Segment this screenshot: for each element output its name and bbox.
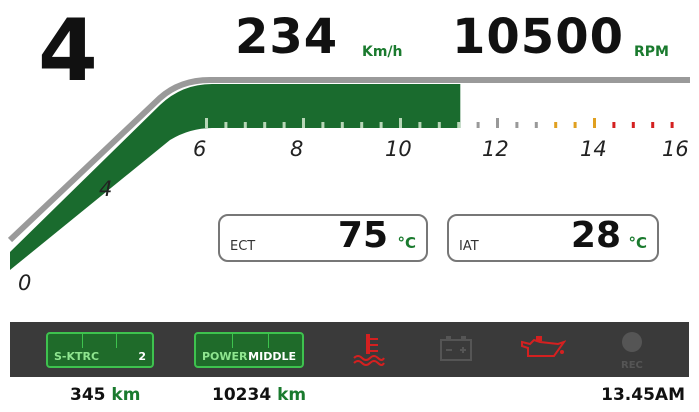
tach-tick: [379, 122, 383, 128]
tach-tick: [360, 122, 364, 128]
tach-label-6: 6: [193, 137, 206, 161]
tach-label-12: 12: [482, 137, 509, 161]
tach-tick: [205, 118, 208, 128]
ktrc-mode[interactable]: S-KTRC 2: [46, 332, 154, 368]
tach-tick: [302, 118, 305, 128]
clock: 13.45AM: [601, 385, 685, 405]
trip-value: 345: [70, 385, 106, 405]
iat-value: 28: [570, 215, 621, 256]
tach-tick: [243, 122, 247, 128]
tach-tick: [399, 118, 402, 128]
tach-tick: [476, 122, 480, 128]
svg-text:REC: REC: [621, 360, 643, 371]
ect-box: ECT 75 °C: [218, 214, 428, 262]
battery-icon: [440, 336, 472, 361]
tach-label-14: 14: [580, 137, 607, 161]
tach-tick: [321, 122, 325, 128]
tach-tick: [282, 122, 286, 128]
iat-unit: °C: [628, 234, 647, 252]
tach-tick: [670, 122, 674, 128]
tach-tick: [593, 118, 596, 128]
ktrc-label: S-KTRC: [54, 350, 100, 363]
power-mode[interactable]: POWER MIDDLE: [194, 332, 304, 368]
tach-label-16: 16: [662, 137, 689, 161]
odo-unit: km: [277, 385, 307, 405]
ect-value: 75: [337, 215, 388, 256]
tach-tick: [515, 122, 519, 128]
trip-unit: km: [111, 385, 141, 405]
tach-tick: [263, 122, 267, 128]
tach-label-8: 8: [290, 137, 303, 161]
ect-unit: °C: [397, 234, 416, 252]
total-odometer: 10234 km: [212, 385, 306, 405]
tach-tick: [651, 122, 655, 128]
power-label: POWER: [202, 350, 248, 363]
power-value: MIDDLE: [248, 350, 296, 363]
oil-pressure-icon: [521, 336, 566, 357]
tach-label-10: 10: [385, 137, 412, 161]
tachometer: 0 4 6 8 10 12 14 16: [7, 77, 690, 295]
tach-label-0: 0: [18, 271, 31, 295]
tach-tick: [457, 122, 461, 128]
tach-tick: [554, 122, 558, 128]
status-bar: S-KTRC 2 POWER MIDDLE REC: [10, 322, 689, 377]
trip-odometer: 345 km: [70, 385, 140, 405]
tach-tick: [340, 122, 344, 128]
tach-tick: [224, 122, 228, 128]
tach-tick: [631, 122, 635, 128]
tach-tick: [612, 122, 616, 128]
tach-tick: [496, 118, 499, 128]
coolant-temperature-icon: [353, 334, 385, 366]
odo-value: 10234: [212, 385, 272, 405]
tach-tick: [437, 122, 441, 128]
tach-label-4: 4: [99, 177, 112, 201]
rec-icon: REC: [621, 332, 643, 371]
iat-box: IAT 28 °C: [447, 214, 659, 262]
iat-label: IAT: [459, 239, 479, 254]
tach-tick: [534, 122, 538, 128]
dashboard-display: 4 234 Km/h 10500 RPM 0 4 6 8 10 12 14 16…: [0, 0, 699, 412]
ect-label: ECT: [230, 239, 256, 254]
tach-tick: [573, 122, 577, 128]
tach-tick: [418, 122, 422, 128]
ktrc-value: 2: [138, 350, 146, 363]
